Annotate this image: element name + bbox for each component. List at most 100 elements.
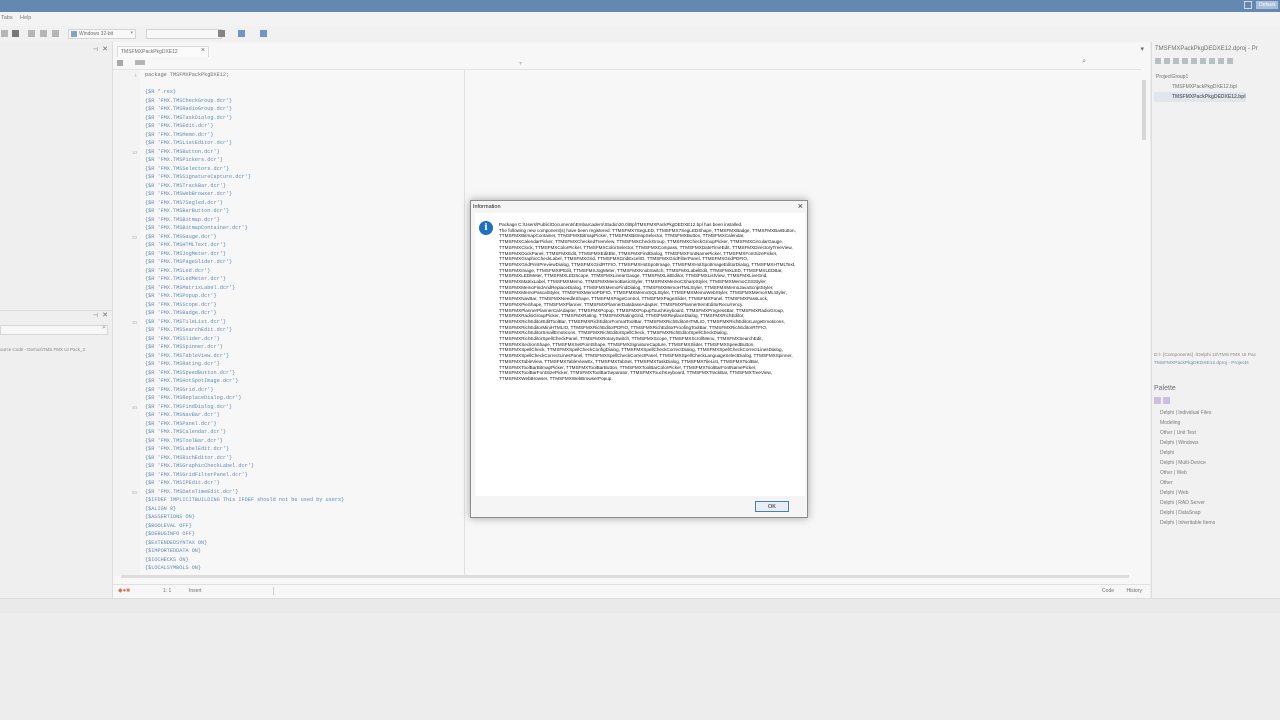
pin-icon[interactable]: ⊣ xyxy=(93,46,98,53)
view-icon[interactable] xyxy=(1218,58,1224,64)
code-line: {$R 'FMX.TMSNavBar.dcr'} xyxy=(145,412,220,418)
project-file: TMSFMXPackPkgDEDXE12.dproj - Projects xyxy=(1154,361,1249,366)
code-line: {$EXTENDEDSYNTAX ON} xyxy=(145,539,208,546)
code-line: {$R 'FMX.TMSSearchEdit.dcr'} xyxy=(145,327,233,333)
menu-item-help[interactable]: Help xyxy=(20,15,31,21)
tab-label: TMSFMXPackPkgDXE12 xyxy=(121,49,178,55)
insert-mode: Insert xyxy=(189,588,202,594)
ok-button[interactable]: OK xyxy=(755,501,789,512)
restore-icon[interactable] xyxy=(1244,1,1253,9)
tab-history[interactable]: History xyxy=(1126,588,1142,594)
close-icon[interactable]: × xyxy=(798,201,803,211)
title-bar: Default xyxy=(0,0,1280,12)
palette-category[interactable]: Delphi | Inheritable Items xyxy=(1160,518,1215,528)
step-over-icon[interactable] xyxy=(28,30,35,37)
scrollbar-thumb[interactable] xyxy=(121,575,1129,578)
activate-icon[interactable] xyxy=(1155,58,1161,64)
code-line: {$R 'FMX.TMSDateTimeEdit.dcr'} xyxy=(145,488,239,495)
configuration-selector[interactable] xyxy=(146,29,222,39)
cursor-position: 1: 1 xyxy=(163,588,172,594)
dialog-body: i Package C:\Users\Public\Documents\Emba… xyxy=(475,213,805,496)
close-icon[interactable]: ✕ xyxy=(102,45,108,53)
project-description: D:\- [Components] -\Delphi 10\TMS FMX UI… xyxy=(1154,352,1256,368)
build-icon[interactable] xyxy=(1191,58,1197,64)
code-line: {$R 'FMX.TMSRichEditor.dcr'} xyxy=(145,454,233,461)
palette-category[interactable]: Modeling xyxy=(1160,418,1215,428)
options-icon[interactable] xyxy=(1200,58,1206,64)
back-icon[interactable] xyxy=(238,30,245,37)
code-line: {$R 'FMX.TMSLabelEdit.dcr'} xyxy=(145,446,230,452)
palette-list: Delphi | Individual Files Modeling Other |… xyxy=(1160,408,1215,528)
code-line: {$R 'FMX.TMSButton.dcr'} xyxy=(145,148,220,155)
code-line: {$ALIGN 8} xyxy=(145,505,177,512)
layout-selector[interactable]: Default xyxy=(1256,1,1278,9)
code-line: {$IFDEF IMPLICITBUILDING This IFDEF shou… xyxy=(145,497,345,503)
palette-category[interactable]: Other | Web xyxy=(1160,468,1215,478)
code-line: {$R 'FMX.TMSBitmap.dcr'} xyxy=(145,216,220,223)
stop-icon[interactable] xyxy=(12,30,19,37)
code-line: {$R 'FMX.TMSCheckGroup.dcr'} xyxy=(145,97,233,104)
code-line: {$R 'FMX.TMSTaskDialog.dcr'} xyxy=(145,114,233,121)
tree-item[interactable]: TMSFMXPackPkgDXE12.bpl xyxy=(1154,82,1246,92)
menu-icon[interactable] xyxy=(1227,58,1233,64)
toolbar: Windows 32-bit ▾ xyxy=(0,26,1280,43)
code-text-area[interactable]: package TMSFMXPackPkgDXE12; {$R *.res} {$R… xyxy=(145,72,465,572)
tab-tmsfmxpackpkgdxe12[interactable]: TMSFMXPackPkgDXE12 × xyxy=(117,46,209,57)
palette-category[interactable]: Delphi | Multi-Device xyxy=(1160,458,1215,468)
record-macro-icon[interactable]: ◆●■ xyxy=(118,587,130,594)
run-icon[interactable] xyxy=(1,30,8,37)
search-icon[interactable]: ⌕ xyxy=(102,324,106,332)
expand-icon[interactable] xyxy=(1173,58,1179,64)
scrollbar-thumb[interactable] xyxy=(1142,80,1146,140)
palette-category[interactable]: Delphi | Individual Files xyxy=(1160,408,1215,418)
tab-code[interactable]: Code xyxy=(1102,588,1114,594)
palette-category[interactable]: Other xyxy=(1160,478,1215,488)
palette-category[interactable]: Delphi | Web xyxy=(1160,488,1215,498)
palette-toolbar xyxy=(1154,397,1170,404)
dialog-message: Package C:\Users\Public\Documents\Embarc… xyxy=(499,222,799,382)
palette-category[interactable]: Other | Unit Test xyxy=(1160,428,1215,438)
palette-category[interactable]: Delphi xyxy=(1160,448,1215,458)
filter-icon[interactable] xyxy=(1209,58,1215,64)
code-line: {$R 'FMX.TMSPageSlider.dcr'} xyxy=(145,259,233,265)
chevron-down-icon[interactable]: ▾ xyxy=(519,60,522,67)
palette-filter-icon[interactable] xyxy=(1163,397,1170,404)
close-icon[interactable]: ✕ xyxy=(102,311,108,319)
run-to-icon[interactable] xyxy=(52,30,59,37)
close-icon[interactable]: × xyxy=(201,47,205,54)
search-input[interactable]: ⌕ xyxy=(0,324,108,335)
forward-icon[interactable] xyxy=(260,30,267,37)
sync-icon[interactable] xyxy=(1164,58,1170,64)
code-line: {$R 'FMX.TMSSlider.dcr'} xyxy=(145,335,220,342)
code-line: {$BOOLEVAL OFF} xyxy=(145,522,192,529)
palette-category[interactable]: Delphi | RAD Server xyxy=(1160,498,1215,508)
editor-status-bar: ◆●■ 1: 1 Insert Code History xyxy=(113,584,1150,597)
platform-selector[interactable]: Windows 32-bit ▾ xyxy=(68,29,136,39)
palette-title: Palette xyxy=(1154,385,1176,392)
registered-components-message: The following new component(s) have been… xyxy=(499,227,796,381)
trace-into-icon[interactable] xyxy=(40,30,47,37)
tree-item-selected[interactable]: TMSFMXPackPkgDEDXE12.bpl xyxy=(1154,92,1246,102)
pin-icon[interactable]: ⊣ xyxy=(93,312,98,319)
vertical-scrollbar[interactable] xyxy=(1141,72,1147,572)
code-line: {$R 'FMX.TMSWebBrowser.dcr'} xyxy=(145,191,233,197)
device-icon[interactable] xyxy=(218,30,225,37)
tree-item[interactable]: ProjectGroup1 xyxy=(1154,72,1246,82)
line-number: 40 xyxy=(131,405,137,410)
menu-item-tabs[interactable]: Tabs xyxy=(1,15,13,21)
horizontal-scrollbar[interactable] xyxy=(115,574,1145,580)
code-line: package TMSFMXPackPkgDXE12; xyxy=(145,72,230,78)
method-dropdown[interactable] xyxy=(135,60,145,65)
palette-category[interactable]: Delphi | Windows xyxy=(1160,438,1215,448)
code-line: {$LOCALSYMBOLS ON} xyxy=(145,565,202,571)
dialog-title: Information xyxy=(473,204,501,210)
collapse-icon[interactable] xyxy=(1182,58,1188,64)
platform-label: Windows 32-bit xyxy=(79,31,114,37)
project-path: D:\- [Components] -\Delphi 10\TMS FMX UI… xyxy=(1154,353,1257,358)
palette-view-icon[interactable] xyxy=(1154,397,1161,404)
search-icon[interactable]: ⌕ xyxy=(1082,58,1086,66)
gear-icon[interactable] xyxy=(117,60,123,66)
code-line: {$R 'FMX.TMSListEditor.dcr'} xyxy=(145,140,233,146)
palette-category[interactable]: Delphi | DataSnap xyxy=(1160,508,1215,518)
chevron-down-icon[interactable]: ▾ xyxy=(1140,45,1144,53)
